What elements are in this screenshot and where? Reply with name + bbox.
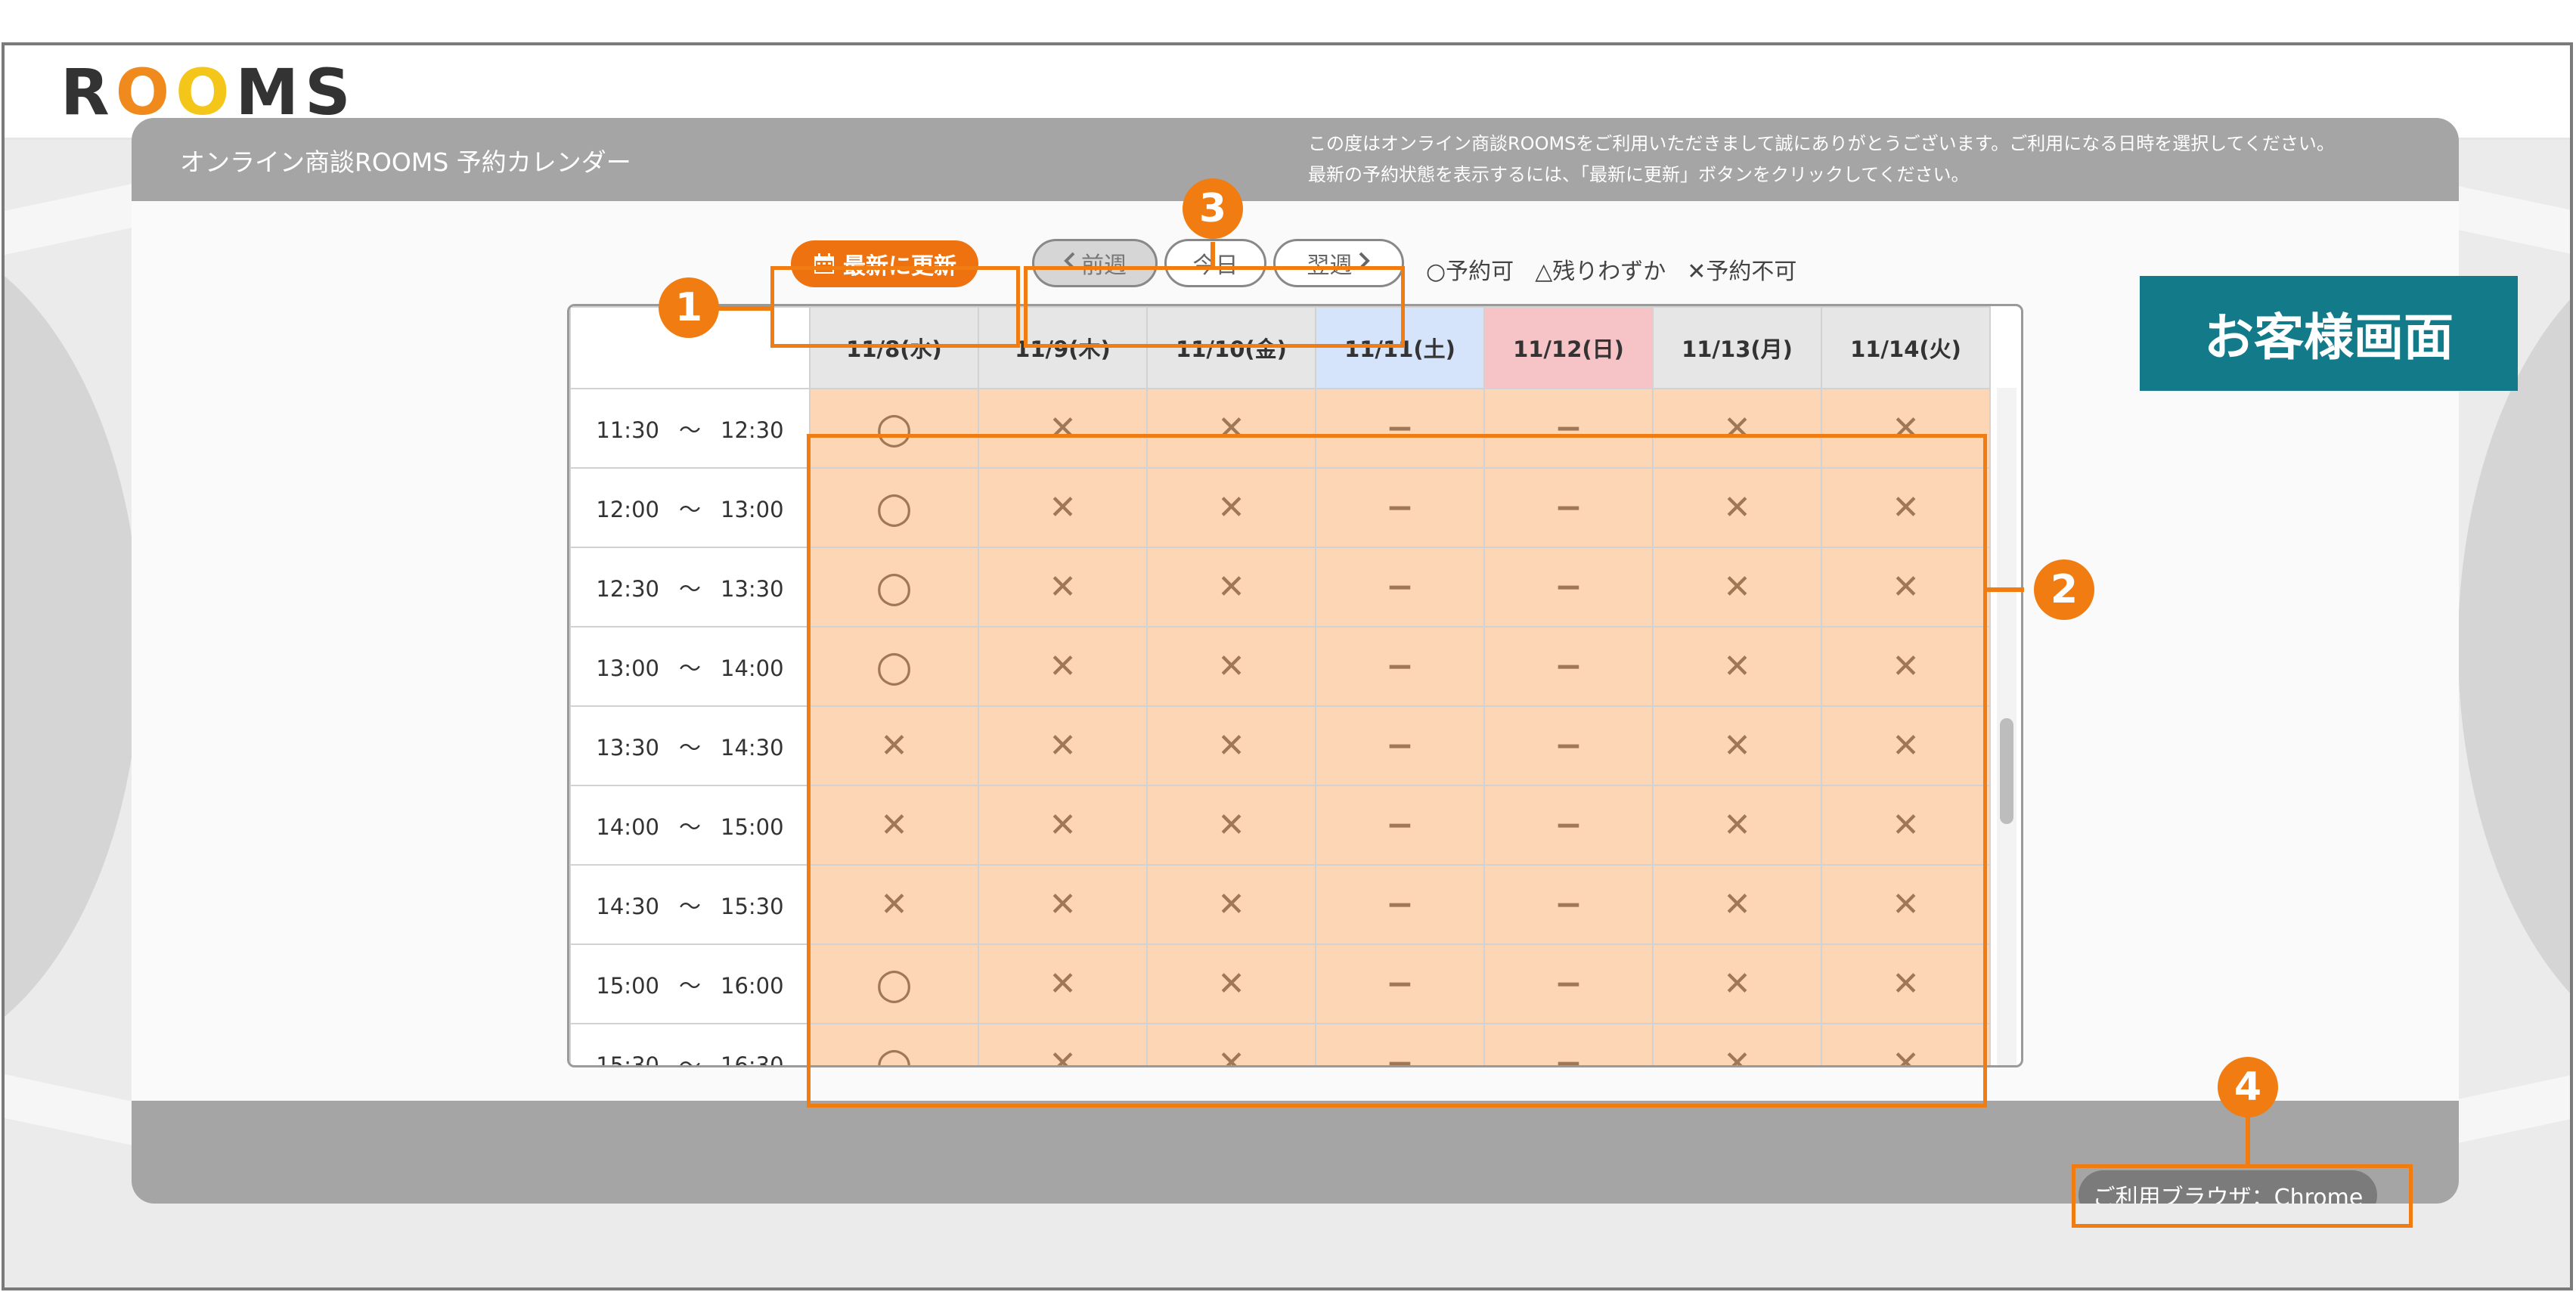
legend-available: ○予約可 bbox=[1426, 259, 1514, 285]
marker-4: 4 bbox=[2218, 1057, 2278, 1117]
slot-end: 14:00 bbox=[721, 655, 784, 681]
slot-start: 15:00 bbox=[596, 972, 659, 999]
scrollbar-thumb[interactable] bbox=[2000, 718, 2013, 824]
legend-unavailable: ✕予約不可 bbox=[1687, 259, 1797, 285]
slot-start: 12:00 bbox=[596, 496, 659, 522]
slot-separator: 〜 bbox=[678, 496, 701, 522]
legend-few: △残りわずか bbox=[1535, 259, 1666, 285]
connector-4 bbox=[2246, 1117, 2250, 1166]
time-slot-label: 11:30 〜 12:30 bbox=[569, 388, 811, 469]
instruction-line-2: 最新の予約状態を表示するには、「最新に更新」ボタンをクリックしてください。 bbox=[1308, 164, 1970, 185]
slot-separator: 〜 bbox=[678, 734, 701, 761]
slot-end: 13:00 bbox=[721, 496, 784, 522]
slot-start: 14:30 bbox=[596, 893, 659, 919]
slot-end: 13:30 bbox=[721, 575, 784, 602]
slot-end: 16:30 bbox=[721, 1052, 784, 1067]
time-slot-label: 14:30 〜 15:30 bbox=[569, 864, 811, 945]
connector-3 bbox=[1211, 242, 1215, 268]
instruction-text: この度はオンライン商談ROOMSをご利用いただきまして誠にありがとうございます。… bbox=[1308, 129, 2335, 191]
day-header-sunday: 11/12(日) bbox=[1483, 306, 1654, 389]
page-title: オンライン商談ROOMS 予約カレンダー bbox=[180, 147, 631, 177]
slot-start: 13:00 bbox=[596, 655, 659, 681]
slot-end: 16:00 bbox=[721, 972, 784, 999]
slot-separator: 〜 bbox=[678, 655, 701, 681]
time-slot-label: 15:00 〜 16:00 bbox=[569, 943, 811, 1024]
time-slot-label: 12:30 〜 13:30 bbox=[569, 547, 811, 627]
slot-start: 15:30 bbox=[596, 1052, 659, 1067]
slot-start: 12:30 bbox=[596, 575, 659, 602]
highlight-refresh bbox=[770, 266, 1020, 348]
highlight-browser-info bbox=[2072, 1164, 2413, 1228]
availability-legend: ○予約可 △残りわずか ✕予約不可 bbox=[1426, 253, 1818, 286]
slot-start: 13:30 bbox=[596, 734, 659, 761]
marker-2: 2 bbox=[2034, 559, 2094, 620]
time-slot-label: 14:00 〜 15:00 bbox=[569, 785, 811, 866]
slot-end: 15:30 bbox=[721, 893, 784, 919]
slot-start: 11:30 bbox=[596, 417, 659, 443]
slot-separator: 〜 bbox=[678, 417, 701, 443]
slot-end: 15:00 bbox=[721, 813, 784, 840]
time-slot-label: 12:00 〜 13:00 bbox=[569, 467, 811, 548]
highlight-week-nav bbox=[1024, 266, 1405, 348]
time-slot-label: 15:30 〜 16:30 bbox=[569, 1023, 811, 1067]
day-header: 11/13(月) bbox=[1652, 306, 1822, 389]
slot-end: 14:30 bbox=[721, 734, 784, 761]
slot-start: 14:00 bbox=[596, 813, 659, 840]
slot-end: 12:30 bbox=[721, 417, 784, 443]
slot-separator: 〜 bbox=[678, 813, 701, 840]
highlight-calendar-grid bbox=[807, 434, 1987, 1108]
slot-separator: 〜 bbox=[678, 575, 701, 602]
marker-3: 3 bbox=[1183, 178, 1243, 239]
instruction-line-1: この度はオンライン商談ROOMSをご利用いただきまして誠にありがとうございます。… bbox=[1308, 133, 2335, 154]
rooms-logo[interactable]: ROOMS bbox=[60, 60, 357, 124]
time-slot-label: 13:30 〜 14:30 bbox=[569, 705, 811, 786]
day-header: 11/14(火) bbox=[1821, 306, 1991, 389]
slot-separator: 〜 bbox=[678, 1052, 701, 1067]
slot-separator: 〜 bbox=[678, 893, 701, 919]
slot-separator: 〜 bbox=[678, 972, 701, 999]
connector-2 bbox=[1986, 587, 2024, 592]
card-header: オンライン商談ROOMS 予約カレンダー この度はオンライン商談ROOMSをご利… bbox=[132, 118, 2459, 201]
customer-screen-badge: お客様画面 bbox=[2140, 276, 2518, 391]
background-shape bbox=[5, 231, 141, 1062]
time-slot-label: 13:00 〜 14:00 bbox=[569, 626, 811, 707]
marker-1: 1 bbox=[659, 277, 719, 338]
